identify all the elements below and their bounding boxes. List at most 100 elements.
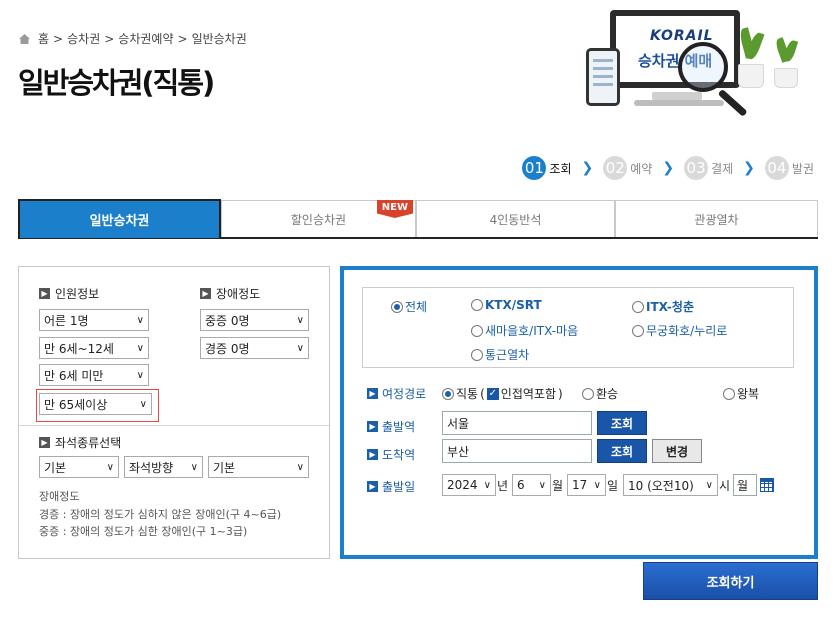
arrow-right-icon: ▶ [367, 481, 378, 492]
train-type-ktx-radio[interactable]: KTX/SRT [471, 298, 542, 312]
arrival-label: ▶ 도착역 [367, 446, 415, 463]
month-unit: 월 [552, 479, 564, 493]
radio-label: 무궁화호/누리로 [646, 324, 728, 338]
breadcrumb-separator: > [177, 31, 188, 46]
breadcrumb-home[interactable]: 홈 [38, 30, 49, 47]
tab-discount[interactable]: 할인승차권 NEW [221, 200, 416, 237]
route-label: ▶ 여정경로 [367, 385, 426, 402]
note-severe: 중증 : 장애의 정도가 심한 장애인(구 1~3급) [39, 525, 248, 538]
infant-count-select[interactable]: 만 6세 미만 ∨ [39, 364, 149, 386]
arrow-right-icon: ▶ [200, 288, 211, 299]
train-type-all-radio[interactable]: 전체 [391, 298, 427, 315]
hero-illustration: KORAIL 승차권 예매 [582, 4, 812, 117]
search-submit-button[interactable]: 조회하기 [643, 562, 818, 600]
step-label: 조회 [549, 161, 572, 176]
breadcrumb: 홈 > 승차권 > 승차권예약 > 일반승차권 [18, 30, 247, 47]
select-value: 만 6세 미만 [44, 368, 104, 383]
chevron-down-icon: ∨ [705, 479, 713, 491]
disability-section-title: ▶ 장애정도 [200, 285, 260, 302]
calendar-icon[interactable] [760, 478, 774, 492]
chevron-down-icon: ∨ [593, 479, 601, 491]
radio-unselected [632, 324, 644, 337]
chevron-down-icon: ∨ [136, 369, 144, 381]
step-issue: 04 발권 [764, 156, 814, 180]
train-type-saemaeul-radio[interactable]: 새마을호/ITX-마음 [471, 322, 578, 339]
select-value: 6 [517, 478, 525, 492]
nearby-station-checkbox[interactable]: ✓ [486, 387, 499, 400]
tab-general[interactable]: 일반승차권 [18, 199, 221, 238]
progress-steps: 01 조회 ❯ 02 예약 ❯ 03 결제 ❯ 04 발권 [522, 156, 814, 180]
chevron-down-icon: ∨ [106, 461, 114, 473]
seat-direction-select[interactable]: 좌석방향 ∨ [124, 456, 203, 478]
route-round-trip-radio[interactable]: 왕복 [723, 385, 759, 402]
radio-label: 새마을호/ITX-마음 [485, 324, 579, 338]
swap-stations-button[interactable]: 변경 [652, 439, 702, 463]
select-value: 10 (오전10) [628, 478, 694, 493]
departure-station-input[interactable]: 서울 [442, 411, 592, 435]
plant-icon [738, 27, 766, 88]
breadcrumb-separator: > [53, 31, 64, 46]
monitor-base [634, 100, 724, 106]
tab-group-seat[interactable]: 4인동반석 [416, 200, 615, 237]
tab-tour-train[interactable]: 관광열차 [615, 200, 818, 237]
row-label-text: 출발일 [382, 480, 416, 494]
departure-search-button[interactable]: 조회 [597, 411, 647, 435]
note-heading: 장애정도 [39, 490, 80, 503]
senior-count-select[interactable]: 만 65세이상 ∨ [39, 393, 152, 415]
hour-select[interactable]: 10 (오전10) ∨ [623, 474, 718, 496]
arrival-search-button[interactable]: 조회 [597, 439, 647, 463]
severe-disability-select[interactable]: 중증 0명 ∨ [200, 309, 309, 331]
step-number: 02 [603, 156, 628, 180]
mild-disability-select[interactable]: 경증 0명 ∨ [200, 337, 309, 359]
breadcrumb-current: 일반승차권 [191, 32, 247, 46]
chevron-right-icon: ❯ [743, 160, 755, 176]
chevron-down-icon: ∨ [190, 461, 198, 473]
adult-count-select[interactable]: 어른 1명 ∨ [39, 309, 149, 331]
select-value: 좌석방향 [129, 460, 174, 475]
seat-option-select[interactable]: 기본 ∨ [208, 456, 309, 478]
paren-open: ( [480, 386, 485, 401]
section-label: 장애정도 [216, 287, 261, 301]
chevron-down-icon: ∨ [136, 342, 144, 354]
section-label: 인원정보 [55, 287, 100, 301]
month-select[interactable]: 6 ∨ [512, 474, 551, 496]
step-label: 발권 [791, 161, 814, 176]
arrow-right-icon: ▶ [367, 388, 378, 399]
phone-line [593, 83, 613, 86]
train-type-itx-cheongchun-radio[interactable]: ITX-청춘 [632, 298, 694, 315]
breadcrumb-reservation[interactable]: 승차권예약 [118, 30, 173, 47]
arrival-station-input[interactable]: 부산 [442, 439, 592, 463]
step-search: 01 조회 [522, 156, 572, 180]
chevron-down-icon: ∨ [538, 479, 546, 491]
radio-selected [442, 387, 454, 400]
leaf [782, 39, 799, 63]
step-reserve: 02 예약 [603, 156, 652, 180]
pot [774, 68, 798, 88]
select-value: 만 65세이상 [44, 397, 108, 412]
radio-unselected [471, 299, 483, 311]
step-number: 01 [522, 156, 547, 180]
arrow-right-icon: ▶ [39, 437, 50, 448]
chevron-down-icon: ∨ [483, 479, 491, 491]
train-type-commuter-radio[interactable]: 통근열차 [471, 346, 529, 363]
seat-type-select[interactable]: 기본 ∨ [39, 456, 119, 478]
page-title: 일반승차권(직통) [18, 66, 215, 100]
route-direct-radio[interactable]: 직통 ( ✓ 인접역포함 ) [442, 385, 563, 402]
radio-unselected [582, 387, 594, 400]
select-value: 어른 1명 [44, 313, 89, 328]
tab-label: 할인승차권 [290, 212, 347, 227]
radio-label: ITX-청춘 [646, 300, 694, 314]
hour-unit: 시 [719, 479, 731, 493]
weekday-display: 월 [733, 474, 757, 496]
home-icon[interactable] [18, 33, 31, 45]
child-count-select[interactable]: 만 6세~12세 ∨ [39, 337, 149, 359]
train-type-mugunghwa-radio[interactable]: 무궁화호/누리로 [632, 322, 727, 339]
row-label-text: 여정경로 [382, 387, 427, 401]
phone-line [593, 75, 613, 78]
breadcrumb-ticket[interactable]: 승차권 [67, 30, 100, 47]
paren-close: ) [557, 386, 563, 401]
year-select[interactable]: 2024 ∨ [442, 474, 496, 496]
route-transfer-radio[interactable]: 환승 [582, 385, 618, 402]
day-select[interactable]: 17 ∨ [567, 474, 606, 496]
plant-icon [774, 37, 800, 88]
